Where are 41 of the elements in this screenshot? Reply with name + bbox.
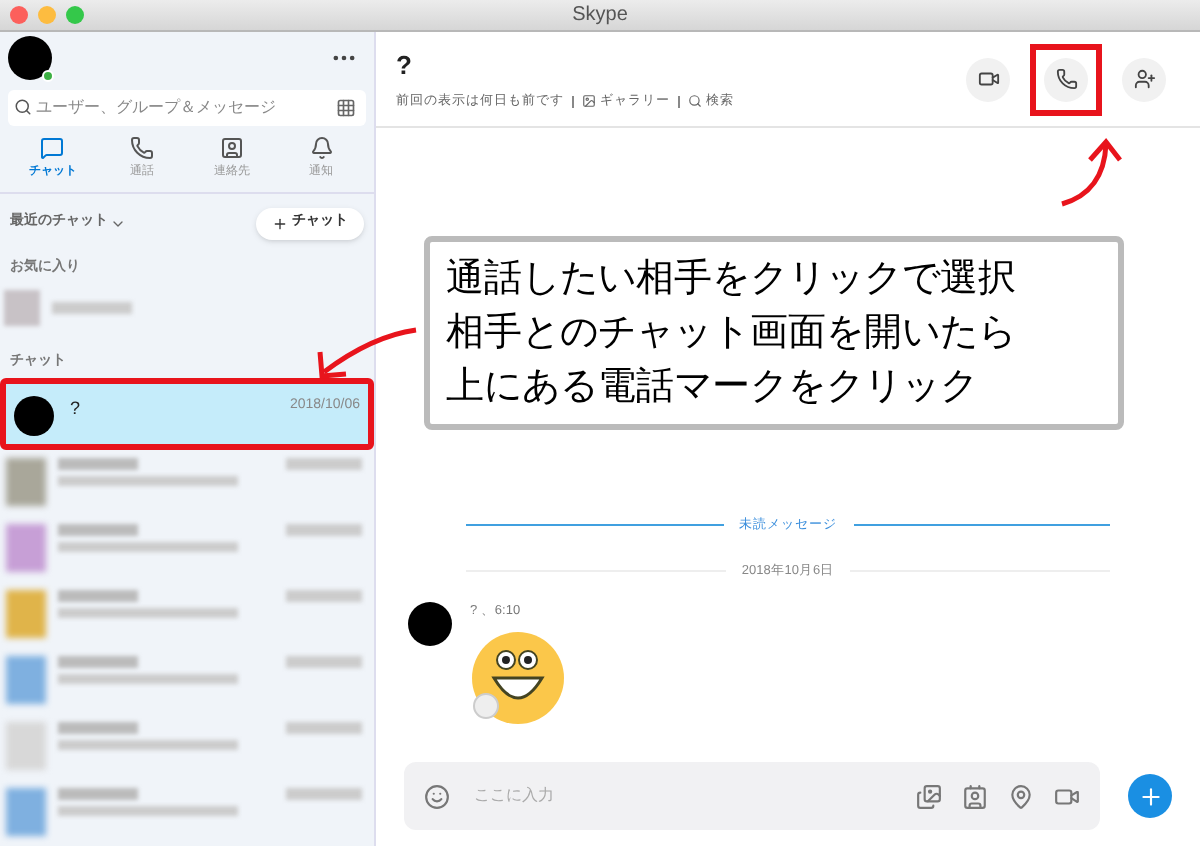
conversation-title: ? <box>396 48 414 85</box>
image-icon <box>582 94 596 109</box>
bell-icon <box>309 135 334 160</box>
search-icon <box>14 98 32 117</box>
avatar <box>14 396 54 437</box>
search-bar[interactable]: ユーザー、グループ＆メッセージ <box>8 90 366 126</box>
arrow <box>312 324 420 384</box>
arrow <box>1056 136 1124 208</box>
add-button[interactable] <box>1128 774 1172 818</box>
avatar <box>408 601 452 645</box>
callout-text: 通話したい相手をクリックで選択 <box>446 256 1018 304</box>
call-button[interactable] <box>1044 57 1088 101</box>
video-camera-icon <box>977 68 999 90</box>
message-input-field[interactable]: ここに入力 <box>474 784 916 808</box>
window-title: Skype <box>572 2 628 30</box>
contact-card-icon <box>219 135 244 160</box>
phone-icon <box>130 135 155 160</box>
plus-icon <box>272 215 288 232</box>
callout-text: 相手とのチャット画面を開いたら <box>446 310 1018 358</box>
contact-card-icon[interactable] <box>962 783 988 809</box>
phone-icon <box>1055 68 1077 90</box>
video-call-button[interactable] <box>966 57 1010 101</box>
grinning-emoji-icon <box>470 630 566 727</box>
online-status-icon <box>42 70 54 82</box>
chat-bubble-icon <box>40 135 65 160</box>
images-icon[interactable] <box>916 783 942 809</box>
location-pin-icon[interactable] <box>1008 783 1034 809</box>
close-icon[interactable] <box>10 6 28 24</box>
chat-name: ? <box>70 396 81 423</box>
message-composer[interactable]: ここに入力 <box>404 762 1100 830</box>
pixelated-chat-row <box>4 288 132 328</box>
callout-text: 上にある電話マークをクリック <box>446 364 980 412</box>
dialpad-icon[interactable] <box>336 97 356 118</box>
search-field[interactable]: ユーザー、グループ＆メッセージ <box>36 95 336 120</box>
avatar[interactable] <box>8 36 52 80</box>
search-icon <box>688 94 702 109</box>
emoji-icon[interactable] <box>424 783 450 809</box>
add-person-icon <box>1133 68 1155 90</box>
plus-icon <box>1137 783 1163 809</box>
video-message-icon[interactable] <box>1054 783 1080 809</box>
add-person-button[interactable] <box>1122 57 1166 101</box>
